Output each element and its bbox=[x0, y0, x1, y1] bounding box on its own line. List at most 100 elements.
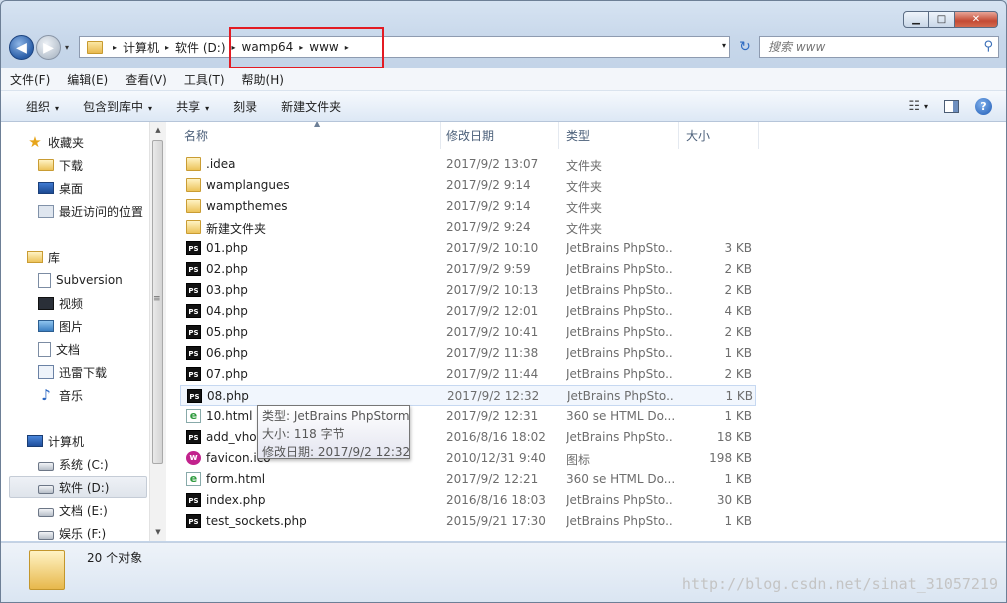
recent-pages-dropdown[interactable]: ▾ bbox=[65, 43, 69, 52]
file-type: JetBrains PhpSto... bbox=[566, 241, 674, 255]
nav-item-recent[interactable]: 最近访问的位置 bbox=[38, 200, 151, 222]
table-row[interactable]: .idea 2017/9/2 13:07 文件夹 bbox=[180, 154, 756, 175]
address-bar[interactable]: ▸ 计算机 ▸ 软件 (D:) ▸ wamp64 ▸ www ▸ ▾ bbox=[79, 36, 730, 58]
nav-item-xunlei[interactable]: 迅雷下载 bbox=[38, 361, 151, 383]
forward-button[interactable]: ▶ bbox=[36, 35, 61, 60]
downloads-folder-icon bbox=[38, 159, 54, 171]
nav-item-drive-f[interactable]: 娱乐 (F:) bbox=[38, 522, 151, 541]
menu-help[interactable]: 帮助(H) bbox=[233, 71, 292, 88]
table-row[interactable]: PS 08.php 2017/9/2 12:32 JetBrains PhpSto..… bbox=[180, 385, 756, 406]
nav-item-pictures[interactable]: 图片 bbox=[38, 315, 151, 337]
file-name: .idea bbox=[206, 157, 236, 171]
file-type: 360 se HTML Do... bbox=[566, 409, 674, 423]
phpstorm-file-icon: PS bbox=[186, 262, 201, 276]
back-button[interactable]: ◀ bbox=[9, 35, 34, 60]
file-date: 2017/9/2 10:13 bbox=[446, 283, 539, 297]
folder-icon bbox=[186, 220, 201, 234]
nav-label: 收藏夹 bbox=[48, 135, 85, 150]
organize-button[interactable]: 组织 ▾ bbox=[1, 98, 71, 115]
star-icon: ★ bbox=[28, 133, 42, 151]
menu-view[interactable]: 查看(V) bbox=[116, 71, 175, 88]
folder-icon bbox=[186, 178, 201, 192]
table-row[interactable]: PS test_sockets.php 2015/9/21 17:30 JetBrai… bbox=[180, 511, 756, 532]
breadcrumb-drive-d[interactable]: 软件 (D:) bbox=[175, 39, 225, 56]
breadcrumb-computer[interactable]: 计算机 bbox=[123, 39, 159, 56]
caption-buttons: ▁ □ ✕ bbox=[903, 11, 998, 28]
menu-tools[interactable]: 工具(T) bbox=[175, 71, 233, 88]
table-row[interactable]: PS 06.php 2017/9/2 11:38 JetBrains PhpSto..… bbox=[180, 343, 756, 364]
search-icon[interactable]: ⚲ bbox=[983, 39, 993, 54]
nav-item-drive-d[interactable]: 软件 (D:) bbox=[9, 476, 147, 498]
menu-edit[interactable]: 编辑(E) bbox=[58, 71, 116, 88]
nav-item-videos[interactable]: 视频 bbox=[38, 292, 151, 314]
file-name: form.html bbox=[206, 472, 266, 486]
nav-item-drive-e[interactable]: 文档 (E:) bbox=[38, 499, 151, 521]
table-row[interactable]: PS 03.php 2017/9/2 10:13 JetBrains PhpSto..… bbox=[180, 280, 756, 301]
nav-item-subversion[interactable]: Subversion bbox=[38, 269, 151, 291]
table-row[interactable]: wamplangues 2017/9/2 9:14 文件夹 bbox=[180, 175, 756, 196]
file-name: 07.php bbox=[206, 367, 248, 381]
command-bar: 组织 ▾ 包含到库中 ▾ 共享 ▾ 刻录 新建文件夹 ☷ ▾ ? bbox=[1, 91, 1006, 122]
navigation-scrollbar[interactable]: ▲ ≡ ▼ bbox=[149, 122, 166, 541]
forward-arrow-icon: ▶ bbox=[43, 39, 54, 56]
menu-bar: 文件(F) 编辑(E) 查看(V) 工具(T) 帮助(H) bbox=[1, 68, 1006, 91]
tooltip-modified: 修改日期: 2017/9/2 12:32 bbox=[262, 445, 411, 459]
help-icon[interactable]: ? bbox=[975, 97, 992, 115]
file-name: wampthemes bbox=[206, 199, 288, 213]
file-type: JetBrains PhpSto... bbox=[566, 493, 674, 507]
close-button[interactable]: ✕ bbox=[955, 11, 998, 28]
include-in-library-label: 包含到库中 bbox=[83, 99, 144, 114]
nav-item-favorites[interactable]: ★ 收藏夹 bbox=[27, 131, 151, 153]
file-size: 1 KB bbox=[724, 472, 752, 486]
table-row[interactable]: PS 04.php 2017/9/2 12:01 JetBrains PhpSto..… bbox=[180, 301, 756, 322]
nav-item-documents[interactable]: 文档 bbox=[38, 338, 151, 360]
table-row[interactable]: PS index.php 2016/8/16 18:03 JetBrains PhpS… bbox=[180, 490, 756, 511]
preview-pane-icon[interactable] bbox=[944, 99, 959, 113]
column-header-size[interactable]: 大小 bbox=[679, 122, 759, 149]
column-label: 名称 bbox=[184, 129, 209, 143]
wamp-ico-icon: w bbox=[186, 451, 201, 465]
file-size: 2 KB bbox=[724, 325, 752, 339]
menu-file[interactable]: 文件(F) bbox=[1, 71, 58, 88]
nav-item-computer[interactable]: 计算机 bbox=[27, 430, 151, 452]
view-options-dropdown[interactable]: ▾ bbox=[924, 102, 928, 111]
column-label: 修改日期 bbox=[446, 129, 495, 143]
recent-places-icon bbox=[38, 204, 54, 218]
explorer-window: ▁ □ ✕ ◀ ▶ ▾ ▸ 计算机 ▸ 软件 (D:) ▸ wamp64 ▸ w… bbox=[0, 0, 1007, 603]
table-row[interactable]: PS 05.php 2017/9/2 10:41 JetBrains PhpSto..… bbox=[180, 322, 756, 343]
search-input[interactable] bbox=[766, 39, 970, 55]
nav-item-drive-c[interactable]: 系统 (C:) bbox=[38, 453, 151, 475]
share-button[interactable]: 共享 ▾ bbox=[164, 98, 221, 115]
nav-item-libraries[interactable]: 库 bbox=[27, 246, 151, 268]
burn-button[interactable]: 刻录 bbox=[221, 98, 269, 115]
table-row[interactable]: wampthemes 2017/9/2 9:14 文件夹 bbox=[180, 196, 756, 217]
table-row[interactable]: PS 07.php 2017/9/2 11:44 JetBrains PhpSto..… bbox=[180, 364, 756, 385]
nav-item-downloads[interactable]: 下载 bbox=[38, 154, 151, 176]
refresh-button[interactable]: ↻ bbox=[734, 36, 756, 58]
table-row[interactable]: PS 01.php 2017/9/2 10:10 JetBrains PhpSto..… bbox=[180, 238, 756, 259]
annotation-highlight-box bbox=[229, 27, 384, 69]
nav-item-music[interactable]: ♪ 音乐 bbox=[38, 384, 151, 406]
phpstorm-file-icon: PS bbox=[186, 514, 201, 528]
scroll-up-arrow-icon[interactable]: ▲ bbox=[150, 126, 166, 134]
scroll-down-arrow-icon[interactable]: ▼ bbox=[150, 528, 166, 536]
navigation-bar: ◀ ▶ ▾ ▸ 计算机 ▸ 软件 (D:) ▸ wamp64 ▸ www ▸ ▾… bbox=[9, 33, 999, 61]
search-box[interactable]: ⚲ bbox=[759, 36, 999, 58]
breadcrumb-separator[interactable]: ▸ bbox=[113, 43, 117, 52]
new-folder-button[interactable]: 新建文件夹 bbox=[269, 98, 353, 115]
column-header-type[interactable]: 类型 bbox=[559, 122, 679, 149]
include-in-library-button[interactable]: 包含到库中 ▾ bbox=[71, 98, 164, 115]
maximize-button[interactable]: □ bbox=[929, 11, 955, 28]
table-row[interactable]: e form.html 2017/9/2 12:21 360 se HTML Do..… bbox=[180, 469, 756, 490]
nav-item-desktop[interactable]: 桌面 bbox=[38, 177, 151, 199]
breadcrumb-separator[interactable]: ▸ bbox=[165, 43, 169, 52]
column-header-date[interactable]: 修改日期 bbox=[439, 122, 559, 149]
column-header-name[interactable]: 名称 ▲ bbox=[177, 122, 441, 149]
minimize-button[interactable]: ▁ bbox=[903, 11, 929, 28]
table-row[interactable]: 新建文件夹 2017/9/2 9:24 文件夹 bbox=[180, 217, 756, 238]
table-row[interactable]: PS 02.php 2017/9/2 9:59 JetBrains PhpSto...… bbox=[180, 259, 756, 280]
address-dropdown-button[interactable]: ▾ bbox=[722, 41, 726, 50]
file-type: JetBrains PhpSto... bbox=[566, 430, 674, 444]
view-options-icon[interactable]: ☷ bbox=[908, 99, 920, 114]
file-type: JetBrains PhpSto... bbox=[566, 304, 674, 318]
